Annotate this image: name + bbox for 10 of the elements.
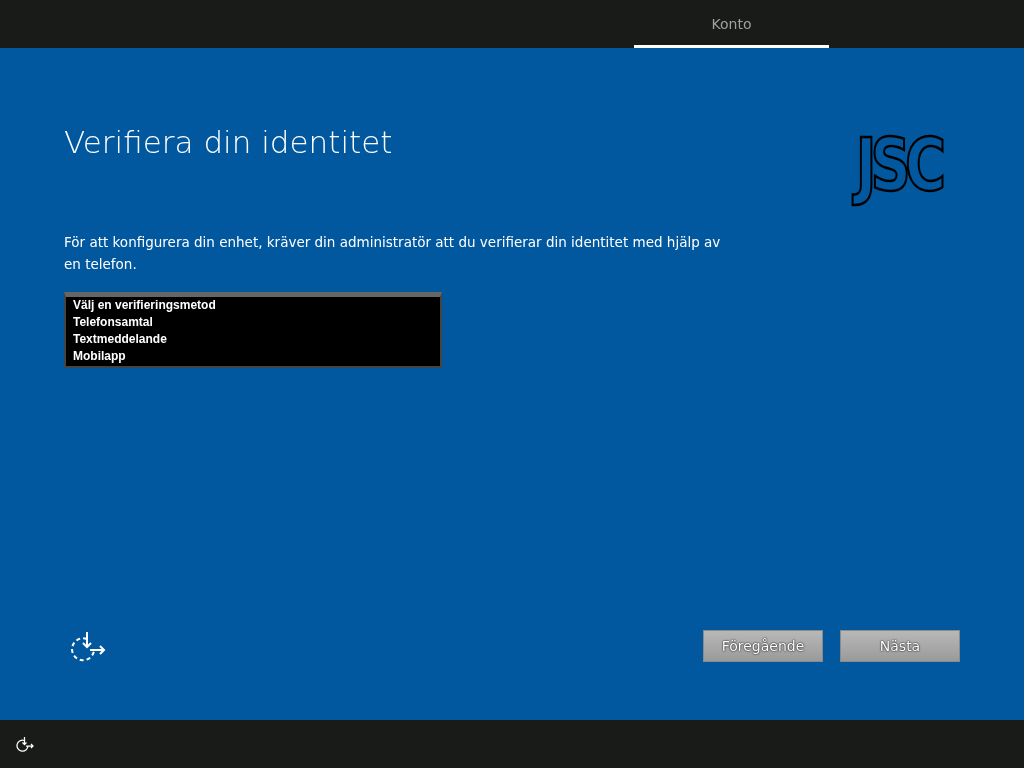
page-title: Verifiera din identitet [64,124,393,160]
description-text: För att konfigurera din enhet, kräver din administratör att du verifierar din identitet med hjälp av en telefon. [64,233,722,274]
method-option[interactable]: Telefonsamtal [73,314,440,331]
account-tab[interactable]: Konto [634,0,829,48]
accessibility-icon[interactable] [16,736,34,752]
accessibility-icon[interactable] [70,630,106,662]
method-option[interactable]: Välj en verifieringsmetod [73,297,440,314]
method-listbox[interactable]: Välj en verifieringsmetod Telefonsamtal Textmeddelande Mobilapp [64,292,442,368]
method-option[interactable]: Textmeddelande [73,331,440,348]
method-option[interactable]: Mobilapp [73,348,440,365]
